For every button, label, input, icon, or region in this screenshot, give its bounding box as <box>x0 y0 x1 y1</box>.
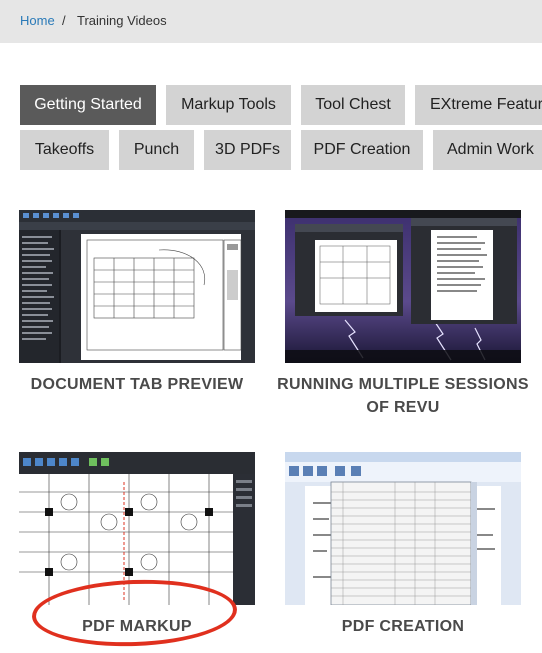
tab-getting-started[interactable]: Getting Started <box>20 85 156 125</box>
breadcrumb-current: Training Videos <box>77 13 167 28</box>
breadcrumb-home-link[interactable]: Home <box>20 13 55 28</box>
video-card-document-tab-preview[interactable]: DOCUMENT TAB PREVIEW <box>19 210 255 400</box>
video-title[interactable]: PDF CREATION <box>265 615 541 638</box>
tab-admin-work[interactable]: Admin Work <box>433 130 542 170</box>
tab-extreme-features[interactable]: EXtreme Features <box>415 85 542 125</box>
tab-punch[interactable]: Punch <box>119 130 194 170</box>
video-card-running-multiple-sessions[interactable]: RUNNING MULTIPLE SESSIONS OF REVU <box>277 210 529 425</box>
tab-tool-chest[interactable]: Tool Chest <box>301 85 405 125</box>
tab-markup-tools[interactable]: Markup Tools <box>166 85 291 125</box>
video-card-pdf-creation[interactable]: PDF CREATION <box>285 452 521 647</box>
tab-3d-pdfs[interactable]: 3D PDFs <box>204 130 291 170</box>
tab-pdf-creation[interactable]: PDF Creation <box>301 130 423 170</box>
breadcrumb-separator: / <box>62 13 66 28</box>
video-thumbnail[interactable] <box>285 452 521 605</box>
video-thumbnail[interactable] <box>19 210 255 363</box>
tab-takeoffs[interactable]: Takeoffs <box>20 130 109 170</box>
video-thumbnail[interactable] <box>285 210 521 363</box>
breadcrumb: Home / Training Videos <box>0 0 542 43</box>
video-title[interactable]: DOCUMENT TAB PREVIEW <box>0 373 275 396</box>
video-title[interactable]: RUNNING MULTIPLE SESSIONS OF REVU <box>265 373 541 419</box>
